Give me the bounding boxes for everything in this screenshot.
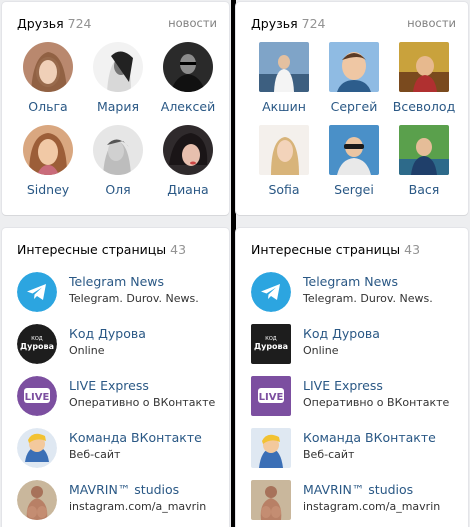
friend-item[interactable]: Мария xyxy=(82,42,154,114)
page-item-vk-team[interactable]: Команда ВКонтакте Веб-сайт xyxy=(251,428,456,468)
page-subtitle: Оперативно о ВКонтакте xyxy=(69,396,216,409)
page-subtitle: Telegram. Durov. News. xyxy=(69,292,199,305)
friends-card: Друзья 724 новости Акшин Сергей Всеволод… xyxy=(236,2,468,215)
kod-durova-logo-text: Дурова xyxy=(254,342,288,351)
friend-item[interactable]: Акшин xyxy=(248,42,320,114)
page-title[interactable]: LIVE Express xyxy=(69,378,149,393)
kod-durova-logo-icon[interactable]: КОД Дурова xyxy=(17,324,57,364)
friend-avatar[interactable] xyxy=(23,125,73,175)
kod-durova-logo-icon[interactable]: КОД Дурова xyxy=(251,324,291,364)
mavrin-studios-icon[interactable] xyxy=(17,480,57,520)
page-subtitle: instagram.com/a_mavrin xyxy=(69,500,207,513)
friend-item[interactable]: Диана xyxy=(152,125,224,197)
telegram-icon[interactable] xyxy=(17,272,57,312)
pages-card: Интересные страницы 43 Telegram News Tele… xyxy=(236,228,468,527)
friend-item[interactable]: Алексей xyxy=(152,42,224,114)
page-title[interactable]: MAVRIN™ studios xyxy=(303,482,413,497)
friend-item[interactable]: Всеволод xyxy=(388,42,460,114)
friend-avatar[interactable] xyxy=(399,42,449,92)
page-item-live-express[interactable]: LIVE LIVE Express Оперативно о ВКонтакте xyxy=(251,376,456,416)
friends-header: Друзья 724 новости xyxy=(17,16,217,32)
friend-name[interactable]: Всеволод xyxy=(388,99,460,114)
mavrin-studios-icon[interactable] xyxy=(251,480,291,520)
friend-item[interactable]: Вася xyxy=(388,125,460,197)
page-item-mavrin[interactable]: MAVRIN™ studios instagram.com/a_mavrin xyxy=(17,480,222,520)
friends-news-link[interactable]: новости xyxy=(168,16,217,30)
page-title[interactable]: Telegram News xyxy=(69,274,164,289)
page-subtitle: instagram.com/a_mavrin xyxy=(303,500,441,513)
friend-name[interactable]: Алексей xyxy=(152,99,224,114)
pages-title[interactable]: Интересные страницы xyxy=(251,242,400,257)
friends-title[interactable]: Друзья xyxy=(251,16,298,31)
page-subtitle: Оперативно о ВКонтакте xyxy=(303,396,450,409)
friend-avatar[interactable] xyxy=(259,125,309,175)
friend-avatar[interactable] xyxy=(23,42,73,92)
friend-name[interactable]: Диана xyxy=(152,182,224,197)
page-item-kod-durova[interactable]: КОД Дурова Код Дурова Online xyxy=(251,324,456,364)
friend-item[interactable]: Оля xyxy=(82,125,154,197)
friends-news-link[interactable]: новости xyxy=(407,16,456,30)
friend-item[interactable]: Sofia xyxy=(248,125,320,197)
friend-avatar[interactable] xyxy=(259,42,309,92)
friends-header: Друзья 724 новости xyxy=(251,16,456,32)
friend-name[interactable]: Сергей xyxy=(318,99,390,114)
friend-item[interactable]: Sergei xyxy=(318,125,390,197)
friend-name[interactable]: Sidney xyxy=(12,182,84,197)
friend-avatar[interactable] xyxy=(93,42,143,92)
friend-item[interactable]: Сергей xyxy=(318,42,390,114)
pages-count: 43 xyxy=(404,242,421,257)
page-item-mavrin[interactable]: MAVRIN™ studios instagram.com/a_mavrin xyxy=(251,480,456,520)
page-item-kod-durova[interactable]: КОД Дурова Код Дурова Online xyxy=(17,324,222,364)
page-subtitle: Telegram. Durov. News. xyxy=(303,292,433,305)
friends-title[interactable]: Друзья xyxy=(17,16,64,31)
live-logo-text: LIVE xyxy=(259,392,284,403)
friend-name[interactable]: Оля xyxy=(82,182,154,197)
live-express-logo-icon[interactable]: LIVE xyxy=(251,376,291,416)
friend-name[interactable]: Мария xyxy=(82,99,154,114)
page-item-vk-team[interactable]: Команда ВКонтакте Веб-сайт xyxy=(17,428,222,468)
friend-name[interactable]: Ольга xyxy=(12,99,84,114)
page-title[interactable]: Код Дурова xyxy=(69,326,146,341)
friend-item[interactable]: Ольга xyxy=(12,42,84,114)
friend-item[interactable]: Sidney xyxy=(12,125,84,197)
pages-header: Интересные страницы 43 xyxy=(251,242,456,258)
vk-team-mascot-icon[interactable] xyxy=(17,428,57,468)
page-title[interactable]: Команда ВКонтакте xyxy=(303,430,436,445)
page-subtitle: Веб-сайт xyxy=(69,448,121,461)
friends-count: 724 xyxy=(301,16,326,31)
pages-count: 43 xyxy=(170,242,187,257)
pages-card: Интересные страницы 43 Telegram News Tele… xyxy=(2,228,229,527)
friends-card: Друзья 724 новости Ольга Мария Алексей S… xyxy=(2,2,229,215)
live-logo-text: LIVE xyxy=(25,392,50,403)
friend-name[interactable]: Вася xyxy=(388,182,460,197)
page-item-telegram-news[interactable]: Telegram News Telegram. Durov. News. xyxy=(251,272,456,312)
kod-durova-logo-text: Дурова xyxy=(20,342,54,351)
page-title[interactable]: Команда ВКонтакте xyxy=(69,430,202,445)
page-title[interactable]: Telegram News xyxy=(303,274,398,289)
friend-avatar[interactable] xyxy=(163,125,213,175)
page-title[interactable]: Код Дурова xyxy=(303,326,380,341)
page-subtitle: Online xyxy=(69,344,105,357)
friend-avatar[interactable] xyxy=(329,125,379,175)
page-title[interactable]: LIVE Express xyxy=(303,378,383,393)
friend-avatar[interactable] xyxy=(163,42,213,92)
friend-avatar[interactable] xyxy=(329,42,379,92)
friend-avatar[interactable] xyxy=(93,125,143,175)
live-express-logo-icon[interactable]: LIVE xyxy=(17,376,57,416)
page-subtitle: Online xyxy=(303,344,339,357)
pages-title[interactable]: Интересные страницы xyxy=(17,242,166,257)
friend-avatar[interactable] xyxy=(399,125,449,175)
friend-name[interactable]: Sofia xyxy=(248,182,320,197)
vk-team-mascot-icon[interactable] xyxy=(251,428,291,468)
pages-header: Интересные страницы 43 xyxy=(17,242,217,258)
page-subtitle: Веб-сайт xyxy=(303,448,355,461)
telegram-icon[interactable] xyxy=(251,272,291,312)
friends-count: 724 xyxy=(67,16,92,31)
friend-name[interactable]: Акшин xyxy=(248,99,320,114)
page-item-telegram-news[interactable]: Telegram News Telegram. Durov. News. xyxy=(17,272,222,312)
page-item-live-express[interactable]: LIVE LIVE Express Оперативно о ВКонтакте xyxy=(17,376,222,416)
friend-name[interactable]: Sergei xyxy=(318,182,390,197)
page-title[interactable]: MAVRIN™ studios xyxy=(69,482,179,497)
